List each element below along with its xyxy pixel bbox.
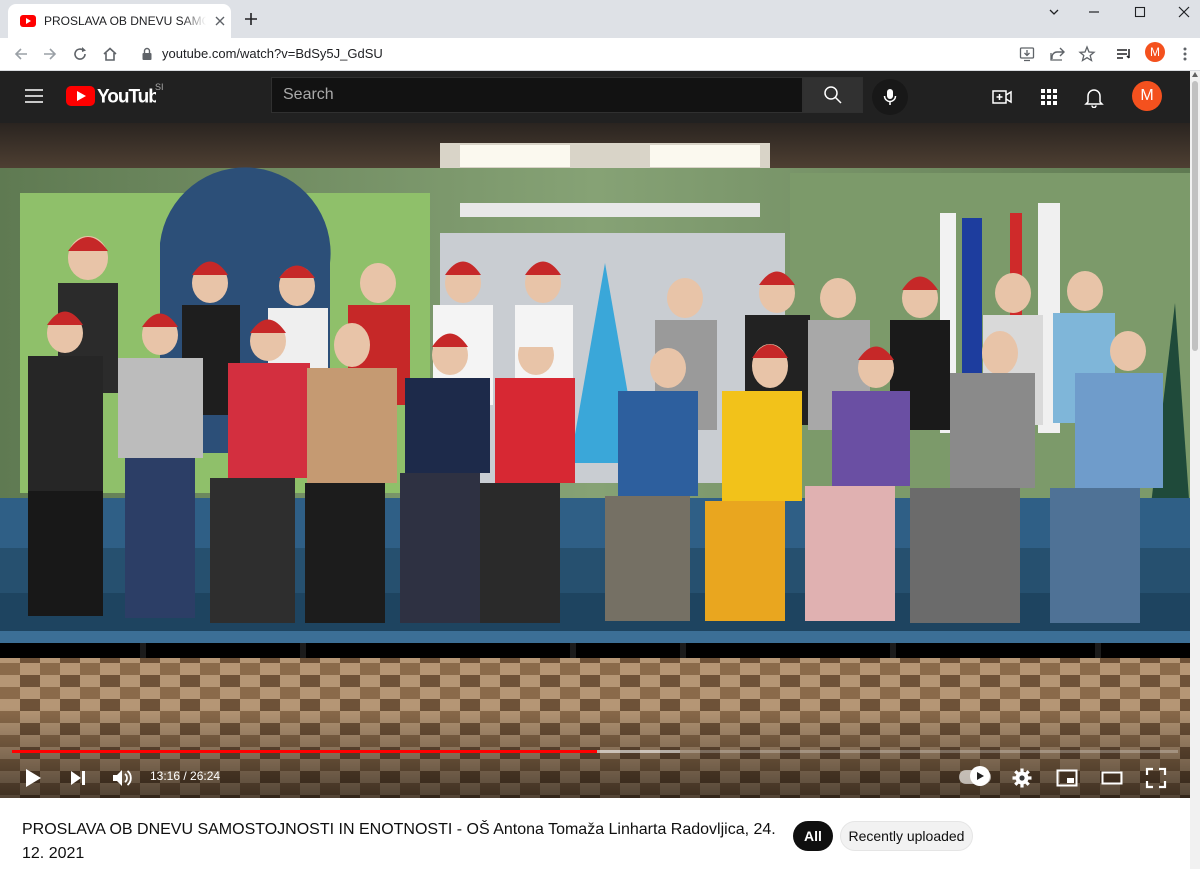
home-icon[interactable] — [101, 45, 119, 63]
fullscreen-icon[interactable] — [1144, 766, 1168, 790]
miniplayer-icon[interactable] — [1055, 766, 1079, 790]
time-display: 13:16 / 26:24 — [150, 769, 221, 783]
volume-icon[interactable] — [110, 766, 134, 790]
youtube-logo-text: YouTube — [97, 87, 156, 108]
apps-grid-icon[interactable] — [1038, 86, 1060, 108]
share-icon[interactable] — [1048, 45, 1066, 63]
forward-arrow-icon[interactable] — [41, 45, 59, 63]
chip-all[interactable]: All — [793, 821, 833, 851]
youtube-profile-avatar[interactable]: M — [1132, 81, 1162, 111]
star-icon[interactable] — [1078, 45, 1096, 63]
back-arrow-icon[interactable] — [12, 45, 30, 63]
progress-played — [12, 750, 598, 753]
reading-list-icon[interactable] — [1115, 45, 1133, 63]
lock-icon[interactable] — [140, 47, 154, 61]
create-video-icon[interactable] — [991, 86, 1013, 108]
hamburger-menu-icon[interactable] — [24, 86, 44, 106]
search-button[interactable] — [803, 77, 863, 113]
plus-icon[interactable] — [243, 11, 259, 27]
voice-search-button[interactable] — [872, 79, 908, 115]
close-icon[interactable] — [212, 13, 228, 29]
youtube-masthead: YouTube SI M — [0, 71, 1190, 123]
microphone-icon — [883, 89, 897, 105]
next-icon[interactable] — [66, 766, 90, 790]
youtube-logo-icon: YouTube — [66, 86, 156, 108]
settings-gear-icon[interactable] — [1010, 766, 1034, 790]
minimize-icon[interactable] — [1086, 4, 1102, 20]
window-close-icon[interactable] — [1176, 4, 1192, 20]
browser-tab[interactable]: PROSLAVA OB DNEVU SAMOSTOJNOSTI IN ENOTN… — [8, 4, 231, 38]
install-icon[interactable] — [1018, 45, 1036, 63]
theater-mode-icon[interactable] — [1100, 766, 1124, 790]
video-title: PROSLAVA OB DNEVU SAMOSTOJNOSTI IN ENOTN… — [22, 821, 776, 862]
kebab-menu-icon[interactable] — [1176, 45, 1194, 63]
autoplay-toggle-icon[interactable] — [970, 766, 990, 786]
country-code: SI — [155, 82, 164, 92]
progress-bar[interactable] — [12, 750, 1178, 753]
tab-title: PROSLAVA OB DNEVU SAMOSTOJNOSTI IN ENOTN… — [44, 14, 206, 28]
browser-profile-avatar[interactable]: M — [1145, 42, 1165, 62]
scroll-up-arrow-icon[interactable] — [1191, 71, 1199, 79]
youtube-favicon — [20, 15, 36, 27]
page-scrollbar[interactable] — [1190, 71, 1200, 869]
search-box — [271, 77, 803, 113]
chip-recently-uploaded[interactable]: Recently uploaded — [840, 821, 973, 851]
reload-icon[interactable] — [71, 45, 89, 63]
video-player[interactable]: 13:16 / 26:24 — [0, 123, 1190, 798]
browser-tab-strip: PROSLAVA OB DNEVU SAMOSTOJNOSTI IN ENOTN… — [0, 0, 1200, 38]
play-icon[interactable] — [21, 766, 45, 790]
url-text[interactable]: youtube.com/watch?v=BdSy5J_GdSU — [162, 46, 383, 61]
chevron-down-icon[interactable] — [1046, 4, 1062, 20]
omnibox[interactable]: youtube.com/watch?v=BdSy5J_GdSU — [130, 40, 1040, 68]
search-icon — [824, 86, 842, 104]
notifications-bell-icon[interactable] — [1083, 86, 1105, 108]
maximize-icon[interactable] — [1132, 4, 1148, 20]
video-frame[interactable] — [0, 123, 1190, 798]
browser-toolbar: youtube.com/watch?v=BdSy5J_GdSU M — [0, 38, 1200, 71]
search-input[interactable] — [272, 78, 792, 112]
scrollbar-thumb[interactable] — [1192, 81, 1198, 351]
